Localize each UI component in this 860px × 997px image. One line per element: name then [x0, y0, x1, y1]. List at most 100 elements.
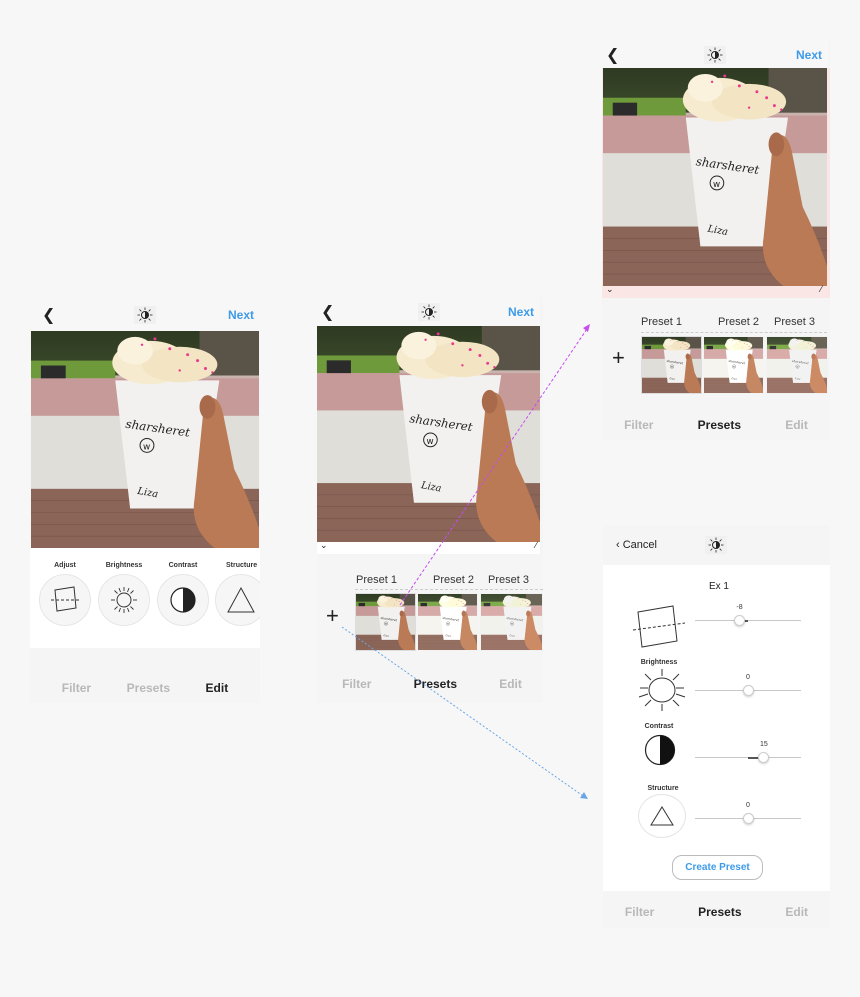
- slider-value: -8: [736, 604, 743, 611]
- top-bar: ❮ Next: [317, 298, 540, 326]
- tool-label: Structure: [226, 562, 258, 569]
- tool-label: Adjust: [54, 562, 76, 569]
- tab-edit[interactable]: Edit: [206, 681, 229, 695]
- preset-label: Preset 2: [718, 316, 759, 328]
- top-bar: ❮ Next: [602, 42, 828, 68]
- tab-edit[interactable]: Edit: [499, 677, 522, 691]
- contrast-label: Contrast: [644, 723, 674, 730]
- preset-thumb-2[interactable]: sharsheret w Liza: [417, 593, 478, 651]
- slider-value: 0: [746, 674, 750, 681]
- tab-presets[interactable]: Presets: [698, 418, 741, 432]
- bottom-tabs: Filter Presets Edit: [602, 417, 830, 433]
- svg-text:w: w: [796, 366, 798, 369]
- photo-preview: sharsheret w Liza: [31, 331, 259, 548]
- preset-label: Preset 3: [488, 574, 529, 586]
- crop-handles: ⌄ ⁄: [317, 540, 540, 554]
- photo-preview: sharsheret w Liza: [317, 326, 540, 542]
- crop-handle-left-icon[interactable]: ⌄: [606, 284, 614, 295]
- next-button[interactable]: Next: [768, 48, 828, 62]
- divider: [355, 589, 543, 590]
- contrast-icon: [157, 574, 209, 626]
- slider-value: 0: [746, 802, 750, 809]
- top-bar: ‹ Cancel: [603, 525, 830, 565]
- preset-label: Preset 1: [356, 574, 397, 586]
- tool-structure[interactable]: Structure: [215, 562, 260, 626]
- tool-label: Contrast: [168, 562, 198, 569]
- bottom-tabs: Filter Presets Edit: [317, 676, 543, 692]
- back-button[interactable]: ❮: [30, 305, 90, 325]
- create-preset-button[interactable]: Create Preset: [672, 855, 763, 880]
- tab-filter[interactable]: Filter: [625, 905, 654, 919]
- next-button[interactable]: Next: [480, 305, 540, 319]
- brightness-contrast-icon[interactable]: [705, 536, 727, 554]
- brightness-label: Brightness: [640, 659, 678, 666]
- back-button[interactable]: ❮: [317, 302, 377, 322]
- svg-text:w: w: [713, 180, 720, 190]
- cancel-button[interactable]: ‹ Cancel: [603, 539, 705, 551]
- svg-text:w: w: [511, 623, 513, 626]
- tool-label: Brightness: [105, 562, 143, 569]
- add-preset-button[interactable]: +: [326, 605, 339, 627]
- photo-preview: sharsheret w Liza: [603, 68, 827, 286]
- top-bar: ❮ Next: [30, 298, 260, 331]
- chevron-left-icon: ‹: [616, 539, 620, 551]
- preset-thumb-3[interactable]: sharsheret w Liza: [766, 336, 828, 394]
- preset-thumb-1[interactable]: sharsheret w Liza: [641, 336, 702, 394]
- bottom-tabs: Filter Presets Edit: [30, 680, 260, 696]
- slider-knob[interactable]: [742, 685, 754, 696]
- tab-presets[interactable]: Presets: [127, 681, 170, 695]
- add-preset-button[interactable]: +: [612, 347, 625, 369]
- crop-handle-left-icon[interactable]: ⌄: [320, 540, 328, 551]
- slider-knob[interactable]: [734, 615, 746, 626]
- brightness-contrast-icon[interactable]: [417, 303, 440, 321]
- arrowhead-blue: [580, 792, 588, 799]
- brightness-contrast-icon[interactable]: [134, 305, 156, 324]
- cancel-label: Cancel: [622, 539, 657, 551]
- slider-knob[interactable]: [758, 752, 770, 763]
- tab-presets[interactable]: Presets: [414, 677, 457, 691]
- presets-screen-top: ❮ Next sharsheret w Liza ⌄ ⁄ Preset 1 Pr…: [602, 42, 830, 440]
- arrowhead-purple: [583, 324, 590, 332]
- preset-name: Ex 1: [708, 581, 729, 592]
- tab-filter[interactable]: Filter: [342, 677, 371, 691]
- svg-text:w: w: [385, 623, 387, 626]
- bottom-tabs: Filter Presets Edit: [603, 904, 830, 920]
- svg-text:w: w: [733, 366, 735, 369]
- tool-brightness[interactable]: Brightness: [97, 562, 151, 626]
- preset-label: Preset 3: [774, 316, 815, 328]
- triangle-icon[interactable]: [638, 794, 686, 838]
- tool-contrast[interactable]: Contrast: [156, 562, 210, 626]
- tab-filter[interactable]: Filter: [62, 681, 91, 695]
- brightness-contrast-icon[interactable]: [704, 46, 726, 64]
- tab-edit[interactable]: Edit: [785, 905, 808, 919]
- edit-screen: ❮ Next sharsheret w Liza Adjust Brightne…: [30, 298, 260, 703]
- preset-label: Preset 2: [433, 574, 474, 586]
- back-button[interactable]: ❮: [602, 45, 662, 65]
- tools-panel: Adjust Brightness Contrast Structure: [30, 548, 260, 648]
- crop-handles: ⌄ ⁄: [602, 284, 830, 298]
- presets-screen: ❮ Next sharsheret w Liza ⌄ ⁄ Preset 1 Pr…: [317, 298, 543, 703]
- tool-adjust[interactable]: Adjust: [38, 562, 92, 626]
- create-preset-screen: ‹ Cancel Ex 1 -8 Brightness 0 Contrast 1…: [603, 525, 830, 928]
- preset-thumb-3[interactable]: sharsheret w Liza: [480, 593, 543, 651]
- preset-thumb-2[interactable]: sharsheret w Liza: [703, 336, 764, 394]
- crop-handle-right-icon[interactable]: ⁄: [535, 540, 537, 550]
- slider-knob[interactable]: [742, 813, 754, 824]
- preset-thumb-1[interactable]: sharsheret w Liza: [355, 593, 416, 651]
- svg-text:w: w: [671, 366, 673, 369]
- tab-filter[interactable]: Filter: [624, 418, 653, 432]
- slider-track[interactable]: [695, 620, 801, 621]
- svg-text:w: w: [143, 442, 150, 452]
- next-button[interactable]: Next: [200, 308, 260, 322]
- tab-edit[interactable]: Edit: [785, 418, 808, 432]
- svg-text:w: w: [447, 623, 449, 626]
- tab-presets[interactable]: Presets: [698, 905, 741, 919]
- crop-handle-right-icon[interactable]: ⁄: [820, 284, 822, 294]
- triangle-icon: [215, 574, 260, 626]
- adjust-icon[interactable]: [632, 605, 686, 654]
- structure-label: Structure: [647, 785, 679, 792]
- adjust-icon: [39, 574, 91, 626]
- contrast-icon[interactable]: [644, 734, 676, 771]
- sun-icon[interactable]: [638, 668, 686, 717]
- divider: [641, 332, 827, 333]
